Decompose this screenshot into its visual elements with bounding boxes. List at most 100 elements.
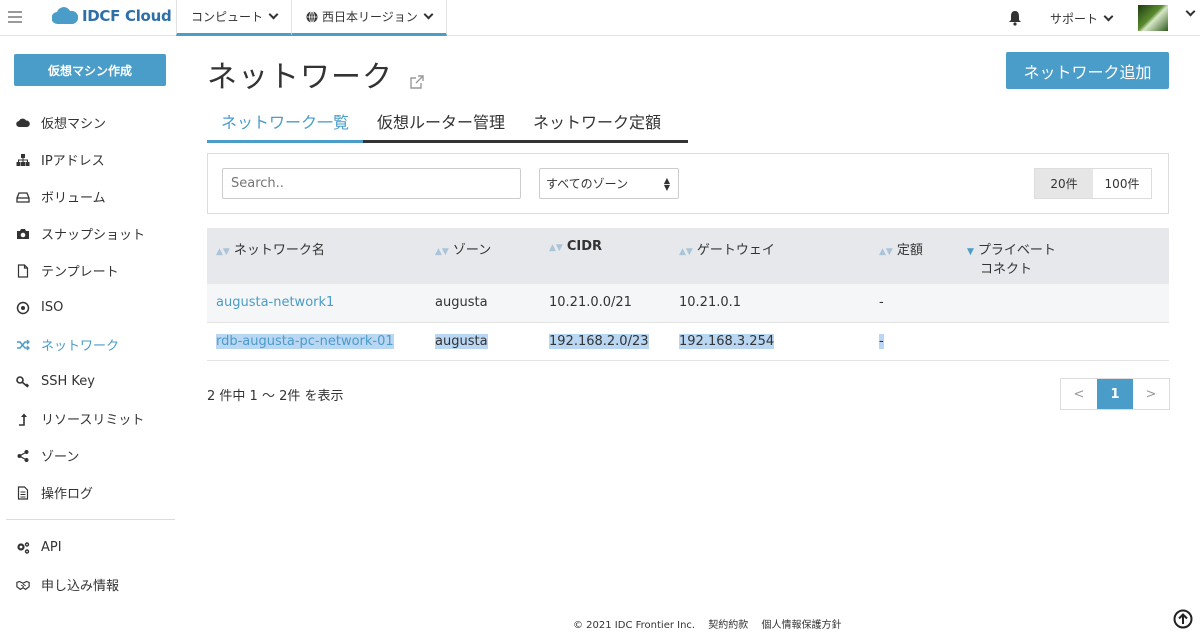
support-label: サポート: [1050, 11, 1099, 26]
camera-icon: [17, 228, 29, 239]
privacy-link[interactable]: 個人情報保護方針: [761, 620, 841, 631]
avatar[interactable]: [1138, 5, 1168, 31]
terms-link[interactable]: 契約約款: [708, 620, 748, 631]
pagination: < 1 >: [1060, 378, 1170, 410]
logo[interactable]: IDCF Cloud: [52, 7, 172, 25]
nav-compute-label: コンピュート: [191, 10, 264, 24]
create-vm-button[interactable]: 仮想マシン作成: [14, 54, 166, 86]
file-icon: [17, 263, 29, 278]
column-label: コネクト: [980, 262, 1033, 277]
cell-private-connect: [967, 322, 1169, 361]
sitemap-icon: [16, 153, 30, 166]
table-row[interactable]: augusta-network1 augusta 10.21.0.0/21 10…: [207, 284, 1169, 323]
nav-region-label: 西日本リージョン: [322, 10, 418, 24]
sidebar-item-label: API: [41, 540, 62, 555]
column-header-flat-rate[interactable]: ▲▼ 定額: [879, 228, 967, 284]
column-header-private-connect[interactable]: ▼ プライベート コネクト: [967, 228, 1169, 284]
column-header-zone[interactable]: ▲▼ ゾーン: [435, 228, 549, 284]
add-network-button[interactable]: ネットワーク追加: [1006, 52, 1169, 89]
sort-icon: ▲▼: [679, 247, 693, 257]
sidebar-item-label: 操作ログ: [41, 487, 94, 502]
column-header-gateway[interactable]: ▲▼ ゲートウェイ: [679, 228, 879, 284]
sidebar-item-vm[interactable]: 仮想マシン: [0, 104, 180, 141]
cell-text: augusta: [435, 333, 488, 349]
sort-desc-icon: ▼: [967, 247, 974, 257]
chevron-down-icon[interactable]: [1185, 6, 1196, 17]
cell-zone: augusta: [435, 284, 549, 323]
tab-network-flat-rate[interactable]: ネットワーク定額: [519, 101, 675, 140]
cell-gateway: 10.21.0.1: [679, 284, 879, 323]
nav-region[interactable]: 西日本リージョン: [291, 0, 447, 36]
sidebar-item-label: ゾーン: [41, 450, 80, 465]
column-label: ゲートウェイ: [696, 243, 775, 258]
sidebar-item-ip[interactable]: IPアドレス: [0, 141, 180, 178]
sort-icon: ▲▼: [879, 247, 893, 257]
cell-text: 192.168.3.254: [679, 333, 775, 349]
sidebar-item-label: ボリューム: [41, 191, 106, 206]
sidebar-item-subscription[interactable]: 申し込み情報: [0, 566, 180, 603]
page-size-20[interactable]: 20件: [1035, 169, 1093, 198]
cell-cidr: 10.21.0.0/21: [549, 284, 679, 323]
column-label: ゾーン: [452, 243, 492, 258]
shuffle-icon: [17, 339, 30, 350]
table-header-row: ▲▼ ネットワーク名 ▲▼ ゾーン ▲▼ CIDR ▲▼ ゲートウェイ ▲▼ 定額 ▼ プラ…: [207, 228, 1169, 284]
top-bar: IDCF Cloud コンピュート 西日本リージョン サポート: [0, 0, 1200, 36]
sidebar-item-iso[interactable]: ISO: [0, 289, 180, 326]
menu-toggle-icon[interactable]: [8, 11, 22, 23]
pagination-page[interactable]: 1: [1097, 379, 1133, 409]
page-size-100[interactable]: 100件: [1093, 169, 1151, 198]
cell-flat-rate: -: [879, 322, 967, 361]
sidebar-item-label: スナップショット: [41, 228, 146, 243]
sidebar-item-log[interactable]: 操作ログ: [0, 474, 180, 511]
cell-text: 192.168.2.0/23: [549, 333, 649, 349]
nav-compute[interactable]: コンピュート: [176, 0, 292, 36]
table-row[interactable]: rdb-augusta-pc-network-01 augusta 192.16…: [207, 322, 1169, 361]
column-header-cidr[interactable]: ▲▼ CIDR: [549, 228, 679, 284]
cell-private-connect: [967, 284, 1169, 323]
zone-select[interactable]: すべてのゾーン ▲ ▼: [539, 168, 679, 199]
column-label: CIDR: [566, 239, 603, 254]
top-nav: コンピュート 西日本リージョン: [176, 0, 447, 36]
sidebar-item-volume[interactable]: ボリューム: [0, 178, 180, 215]
footer: © 2021 IDC Frontier Inc. 契約約款 個人情報保護方針: [573, 616, 851, 631]
log-icon: [17, 485, 29, 500]
filter-bar: すべてのゾーン ▲▼ 20件 100件: [207, 153, 1169, 214]
column-label: ネットワーク名: [233, 243, 325, 258]
tab-network-list[interactable]: ネットワーク一覧: [207, 101, 364, 143]
sort-icon: ▲▼: [435, 247, 449, 257]
sidebar-item-resource-limit[interactable]: リソースリミット: [0, 400, 180, 437]
sidebar-item-template[interactable]: テンプレート: [0, 252, 180, 289]
support-menu[interactable]: サポート: [1050, 0, 1114, 36]
network-link[interactable]: augusta-network1: [216, 295, 334, 310]
cell-cidr: 192.168.2.0/23: [549, 322, 679, 361]
sidebar-item-sshkey[interactable]: SSH Key: [0, 363, 180, 400]
cell-text: -: [879, 333, 884, 349]
column-header-name[interactable]: ▲▼ ネットワーク名: [207, 228, 435, 284]
share-icon: [17, 449, 29, 462]
sidebar-item-network[interactable]: ネットワーク: [0, 326, 180, 363]
cell-flat-rate: -: [879, 284, 967, 323]
network-link[interactable]: rdb-augusta-pc-network-01: [216, 333, 394, 349]
sidebar-menu: 仮想マシン IPアドレス ボリューム スナップショット テンプレート ISO ネ…: [0, 104, 180, 511]
scroll-top-icon[interactable]: [1173, 609, 1193, 629]
select-arrows-icon: ▲ ▼: [663, 176, 670, 192]
sidebar-item-snapshot[interactable]: スナップショット: [0, 215, 180, 252]
search-input[interactable]: [222, 168, 521, 199]
pagination-next[interactable]: >: [1133, 379, 1169, 409]
chevron-down-icon: [268, 9, 279, 20]
level-up-icon: [19, 413, 27, 426]
sidebar-item-zone[interactable]: ゾーン: [0, 437, 180, 474]
cell-name[interactable]: augusta-network1: [207, 284, 435, 323]
external-link-icon[interactable]: [410, 75, 424, 89]
tabs: ネットワーク一覧 仮想ルーター管理 ネットワーク定額: [207, 101, 688, 143]
bell-icon[interactable]: [1008, 10, 1022, 26]
gears-icon: [17, 541, 30, 554]
sidebar-item-label: 仮想マシン: [41, 117, 107, 132]
page-title: ネットワーク: [207, 60, 393, 95]
sort-icon: ▲▼: [549, 243, 563, 253]
sidebar-item-api[interactable]: API: [0, 529, 180, 566]
cell-name[interactable]: rdb-augusta-pc-network-01: [207, 322, 435, 361]
pagination-prev[interactable]: <: [1061, 379, 1097, 409]
tab-virtual-router[interactable]: 仮想ルーター管理: [363, 101, 519, 140]
cell-gateway: 192.168.3.254: [679, 322, 879, 361]
